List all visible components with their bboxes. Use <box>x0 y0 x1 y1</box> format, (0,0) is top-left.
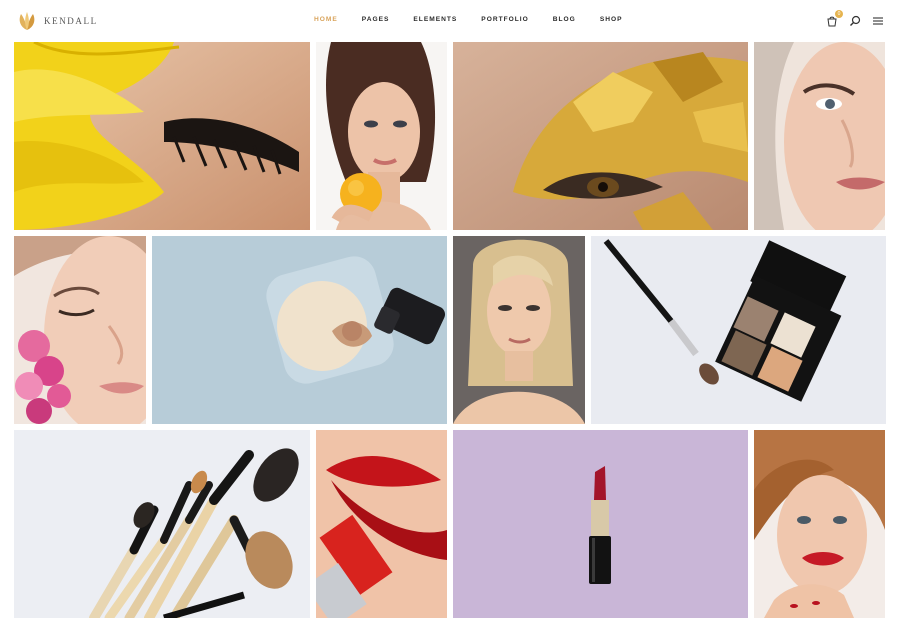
menu-icon <box>873 17 883 25</box>
gallery-item-powder-puff[interactable] <box>152 236 447 424</box>
gallery-item-face-closeup[interactable] <box>754 42 885 230</box>
nav-item-elements[interactable]: ELEMENTS <box>413 16 457 23</box>
eyelash-flower-image <box>14 42 310 230</box>
logo[interactable]: KENDALL <box>16 11 98 31</box>
face-flowers-image <box>14 236 146 424</box>
gold-eye-image <box>453 42 748 230</box>
gallery-item-brush-palette[interactable] <box>591 236 886 424</box>
main-nav: HOME PAGES ELEMENTS PORTFOLIO BLOG SHOP <box>314 16 647 23</box>
nav-item-portfolio[interactable]: PORTFOLIO <box>481 16 528 23</box>
site-header: KENDALL HOME PAGES ELEMENTS PORTFOLIO BL… <box>0 0 900 42</box>
nav-item-home[interactable]: HOME <box>314 16 338 23</box>
gallery-item-face-flowers[interactable] <box>14 236 146 424</box>
gallery-item-blonde-woman[interactable] <box>453 236 585 424</box>
gallery-item-eyelash-flower[interactable] <box>14 42 310 230</box>
search-icon <box>850 15 861 26</box>
face-closeup-image <box>754 42 885 230</box>
brand-name: KENDALL <box>44 16 98 26</box>
leaf-logo-icon <box>19 12 35 30</box>
cart-count-badge: 0 <box>835 10 843 18</box>
gallery-item-red-lips[interactable] <box>316 430 447 618</box>
gallery-item-woman-orange[interactable] <box>316 42 447 230</box>
woman-orange-image <box>316 42 447 230</box>
gallery-item-woman-red-lips[interactable] <box>754 430 885 618</box>
cart-button[interactable]: 0 <box>826 10 843 27</box>
nav-item-pages[interactable]: PAGES <box>362 16 390 23</box>
nav-item-blog[interactable]: BLOG <box>553 16 576 23</box>
red-lips-image <box>316 430 447 618</box>
menu-button[interactable] <box>872 14 884 26</box>
powder-puff-image <box>152 236 447 424</box>
gallery-item-gold-eye[interactable] <box>453 42 748 230</box>
nav-item-shop[interactable]: SHOP <box>600 16 623 23</box>
blonde-woman-image <box>453 236 585 424</box>
brush-set-image <box>14 430 310 618</box>
gallery-item-lipstick-lilac[interactable] <box>453 430 748 618</box>
header-tools: 0 <box>826 10 884 27</box>
gallery-item-brush-set[interactable] <box>14 430 310 618</box>
woman-red-lips-image <box>754 430 885 618</box>
lipstick-lilac-image <box>453 430 748 618</box>
brush-palette-image <box>591 236 886 424</box>
search-button[interactable] <box>849 14 861 26</box>
